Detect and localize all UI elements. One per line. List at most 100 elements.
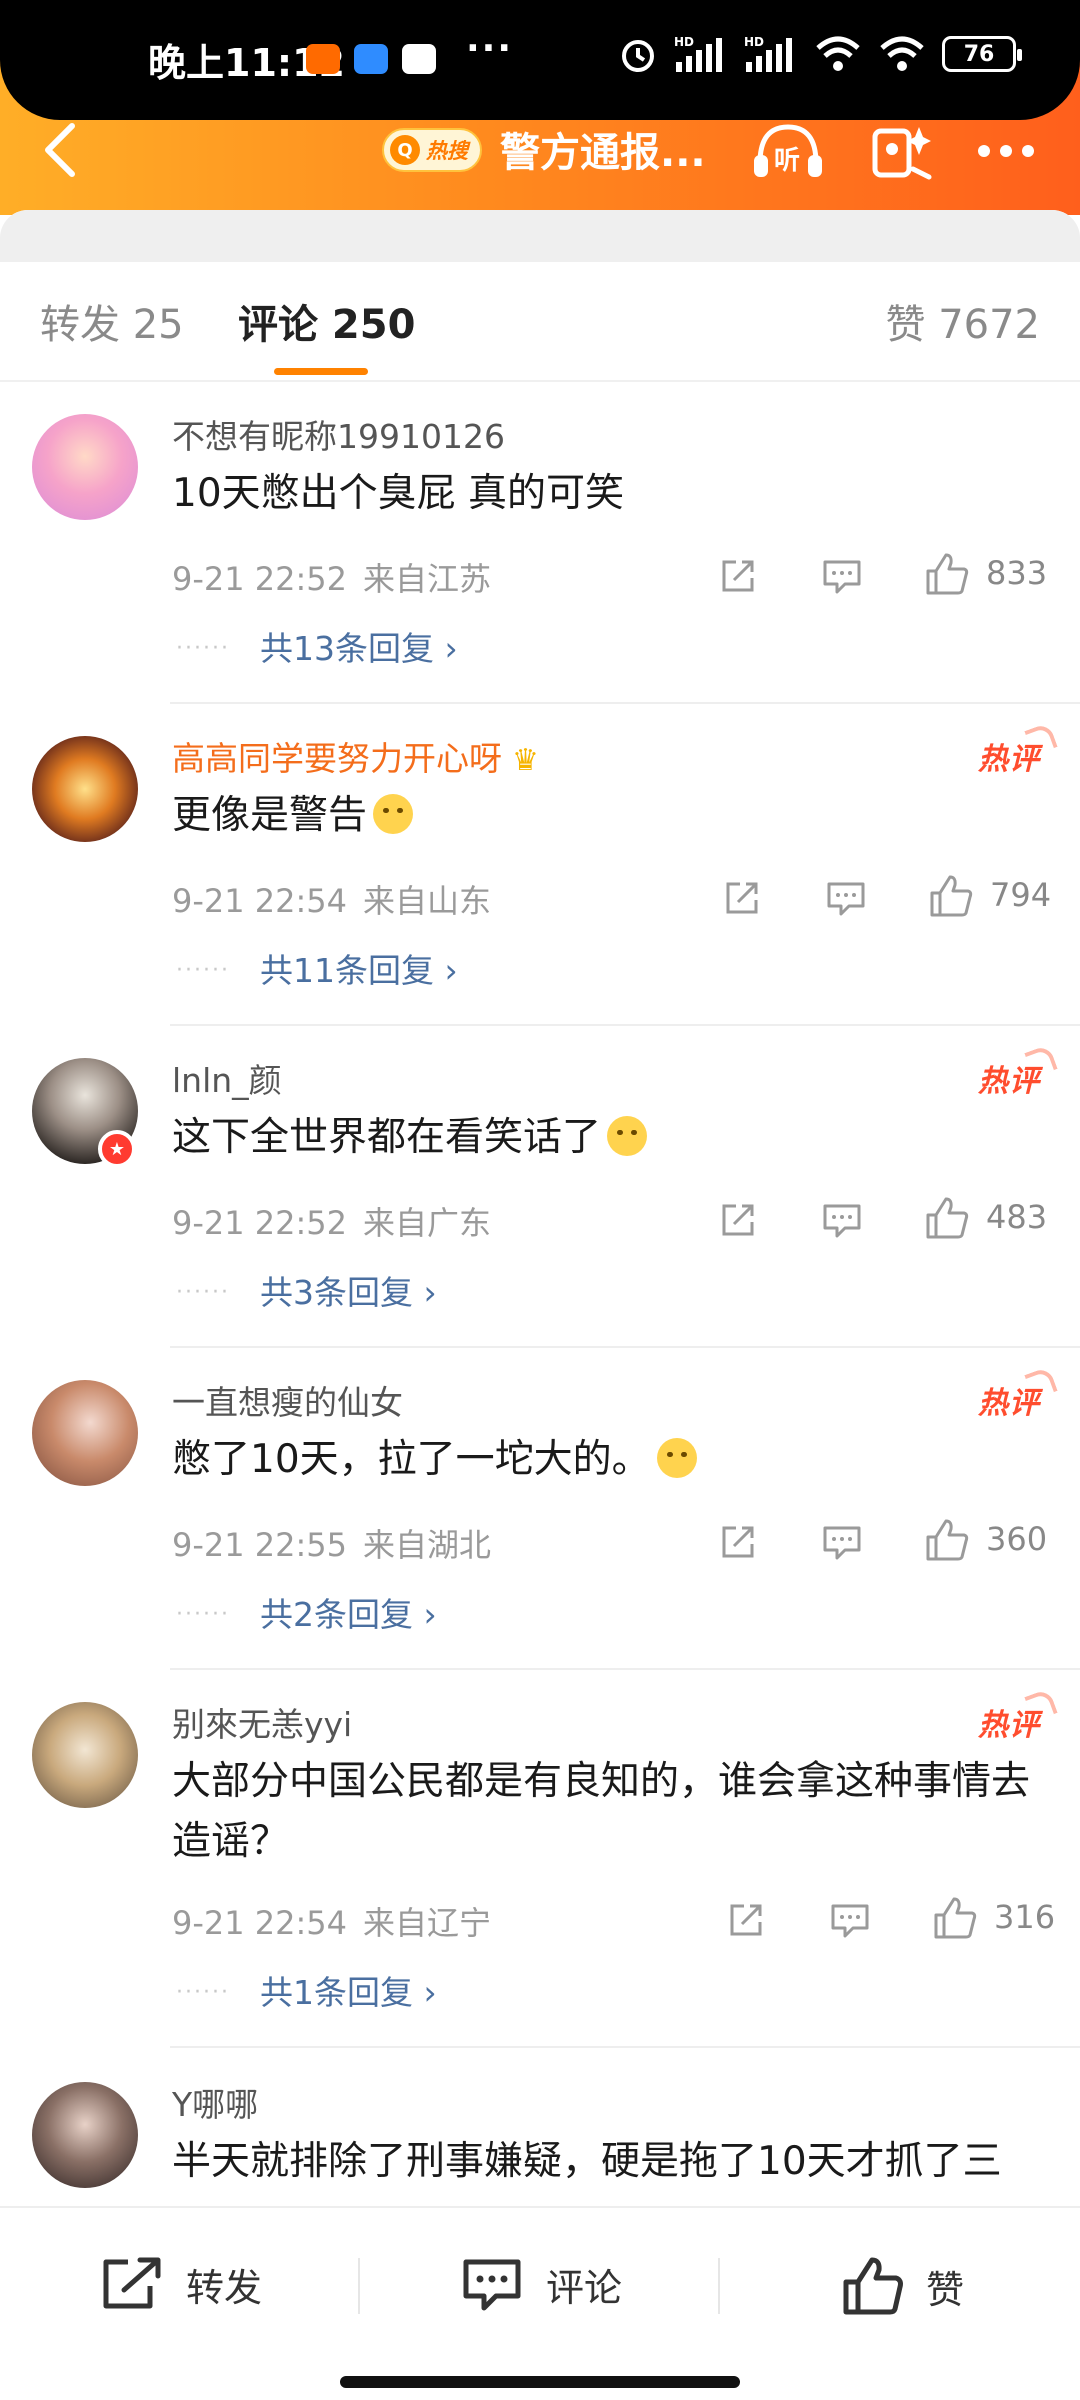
comment-time: 9-21 22:52: [172, 1204, 348, 1242]
back-button[interactable]: [28, 118, 92, 182]
comment-location: 来自山东: [363, 882, 492, 920]
comment-meta: 9-21 22:54 来自辽宁: [172, 1898, 491, 1944]
view-replies-link[interactable]: 共1条回复 ›: [260, 1966, 437, 2014]
hot-comment-badge: 热评: [978, 734, 1040, 778]
like-count: 833: [986, 554, 1048, 592]
cloud-app-icon: [402, 44, 436, 74]
hot-search-tag[interactable]: Q 热搜: [382, 128, 482, 172]
more-dots-icon: [978, 145, 1034, 157]
hot-comment-badge: 热评: [978, 1378, 1040, 1422]
repost-button[interactable]: 转发: [100, 2256, 262, 2312]
battery-indicator: 76: [942, 36, 1022, 72]
more-notifications-icon: ···: [466, 28, 514, 69]
comment-time: 9-21 22:52: [172, 560, 348, 598]
avatar[interactable]: [32, 2082, 138, 2188]
network-hd-1: HD: [674, 35, 694, 49]
reply-button[interactable]: [818, 1196, 866, 1244]
like-count: 316: [994, 1898, 1056, 1936]
comment-author-vip[interactable]: 高高同学要努力开心呀 ♛: [172, 732, 539, 780]
reply-button[interactable]: [822, 874, 870, 922]
separator: [718, 2258, 720, 2314]
comment-meta: 9-21 22:52 来自广东: [172, 1198, 491, 1244]
comment-author[interactable]: 一直想瘦的仙女: [172, 1376, 403, 1424]
comment-text: 大部分中国公民都是有良知的，谁会拿这种事情去造谣？: [172, 1759, 1031, 1864]
page-title: 警方通报...: [500, 130, 706, 176]
like-button[interactable]: [926, 870, 976, 922]
active-tab-indicator: [274, 368, 368, 375]
comment-time: 9-21 22:54: [172, 1904, 348, 1942]
replies-dots: ······: [176, 1980, 230, 2005]
avatar[interactable]: [32, 736, 138, 842]
comment-button[interactable]: 评论: [460, 2256, 622, 2312]
wifi-icon: [816, 36, 860, 71]
comment-text-row: 这下全世界都在看笑话了: [172, 1108, 1052, 1168]
thumbs-up-icon: [926, 1519, 969, 1561]
network-hd-2: HD: [744, 35, 764, 49]
share-button[interactable]: [714, 1196, 762, 1244]
replies-dots: ······: [176, 636, 230, 661]
thumbs-up-icon: [926, 1197, 969, 1239]
tab-comments[interactable]: 评论 250: [238, 292, 415, 350]
comment-author[interactable]: lnln_颜: [172, 1054, 282, 1102]
comment-meta: 9-21 22:55 来自湖北: [172, 1520, 491, 1566]
share-icon: [722, 560, 754, 592]
share-button[interactable]: [722, 1896, 770, 1944]
view-replies-link[interactable]: 共2条回复 ›: [260, 1588, 437, 1636]
avatar[interactable]: [32, 1380, 138, 1486]
reply-button[interactable]: [826, 1896, 874, 1944]
comment-location: 来自湖北: [363, 1526, 492, 1564]
avatar[interactable]: [32, 414, 138, 520]
comment-time: 9-21 22:55: [172, 1526, 348, 1564]
tab-repost[interactable]: 转发 25: [40, 292, 184, 350]
like-count: 360: [986, 1520, 1048, 1558]
avatar[interactable]: [32, 1702, 138, 1808]
battery-level: 76: [963, 41, 995, 67]
replies-dots: ······: [176, 1280, 230, 1305]
home-indicator[interactable]: [340, 2376, 740, 2388]
view-replies-link[interactable]: 共3条回复 ›: [260, 1266, 437, 1314]
wallet-app-icon: [354, 44, 388, 74]
top-header-background: 晚上11:12 ··· HD HD 76 Q 热搜 警方通报... 听: [0, 0, 1080, 215]
like-count: 794: [990, 876, 1052, 914]
comment-author[interactable]: 别來无恙yyi: [172, 1698, 352, 1746]
alarm-icon: [622, 40, 654, 72]
mi-app-icon: [306, 44, 340, 74]
post-preview-strip: [0, 210, 1080, 262]
verified-badge-icon: ★: [98, 1130, 136, 1168]
comment-item: 别來无恙yyi 热评 大部分中国公民都是有良知的，谁会拿这种事情去造谣？ 9-2…: [0, 1670, 1080, 2048]
crown-icon: ♛: [512, 743, 539, 778]
like-button[interactable]: [930, 1892, 980, 1944]
like-button[interactable]: [922, 548, 972, 600]
view-replies-link[interactable]: 共11条回复 ›: [260, 944, 458, 992]
view-replies-link[interactable]: 共13条回复 ›: [260, 622, 458, 670]
like-button[interactable]: [922, 1514, 972, 1566]
share-icon: [726, 882, 758, 914]
comment-location: 来自广东: [363, 1204, 492, 1242]
comment-location: 来自辽宁: [363, 1904, 492, 1942]
comment-location: 来自江苏: [363, 560, 492, 598]
like-post-button[interactable]: 赞: [842, 2256, 964, 2316]
more-button[interactable]: [966, 116, 1046, 186]
signal-1-icon: HD: [674, 35, 722, 72]
comment-icon: [823, 560, 861, 594]
comment-item: 不想有昵称19910126 10天憋出个臭屁 真的可笑 9-21 22:52 来自…: [0, 382, 1080, 704]
comment-text: 这下全世界都在看笑话了: [172, 1115, 602, 1160]
share-button[interactable]: [718, 874, 766, 922]
share-button[interactable]: [714, 1518, 762, 1566]
emoji-icon: [656, 1438, 697, 1478]
share-button[interactable]: [714, 552, 762, 600]
red-packet-button[interactable]: [862, 116, 942, 186]
signal-2-icon: HD: [744, 35, 792, 72]
tab-likes[interactable]: 赞 7672: [885, 292, 1040, 350]
like-button[interactable]: [922, 1192, 972, 1244]
comment-text-row: 憋了10天，拉了一坨大的。: [172, 1430, 1052, 1490]
comment-text-row: 更像是警告: [172, 786, 1052, 846]
tab-bar: 转发 25 评论 250 赞 7672: [0, 262, 1080, 382]
reply-button[interactable]: [818, 552, 866, 600]
comment-author[interactable]: Y哪哪: [172, 2078, 258, 2126]
replies-dots: ······: [176, 958, 230, 983]
emoji-icon: [607, 1116, 648, 1156]
listen-button[interactable]: 听: [748, 116, 828, 186]
reply-button[interactable]: [818, 1518, 866, 1566]
comment-author[interactable]: 不想有昵称19910126: [172, 410, 505, 458]
